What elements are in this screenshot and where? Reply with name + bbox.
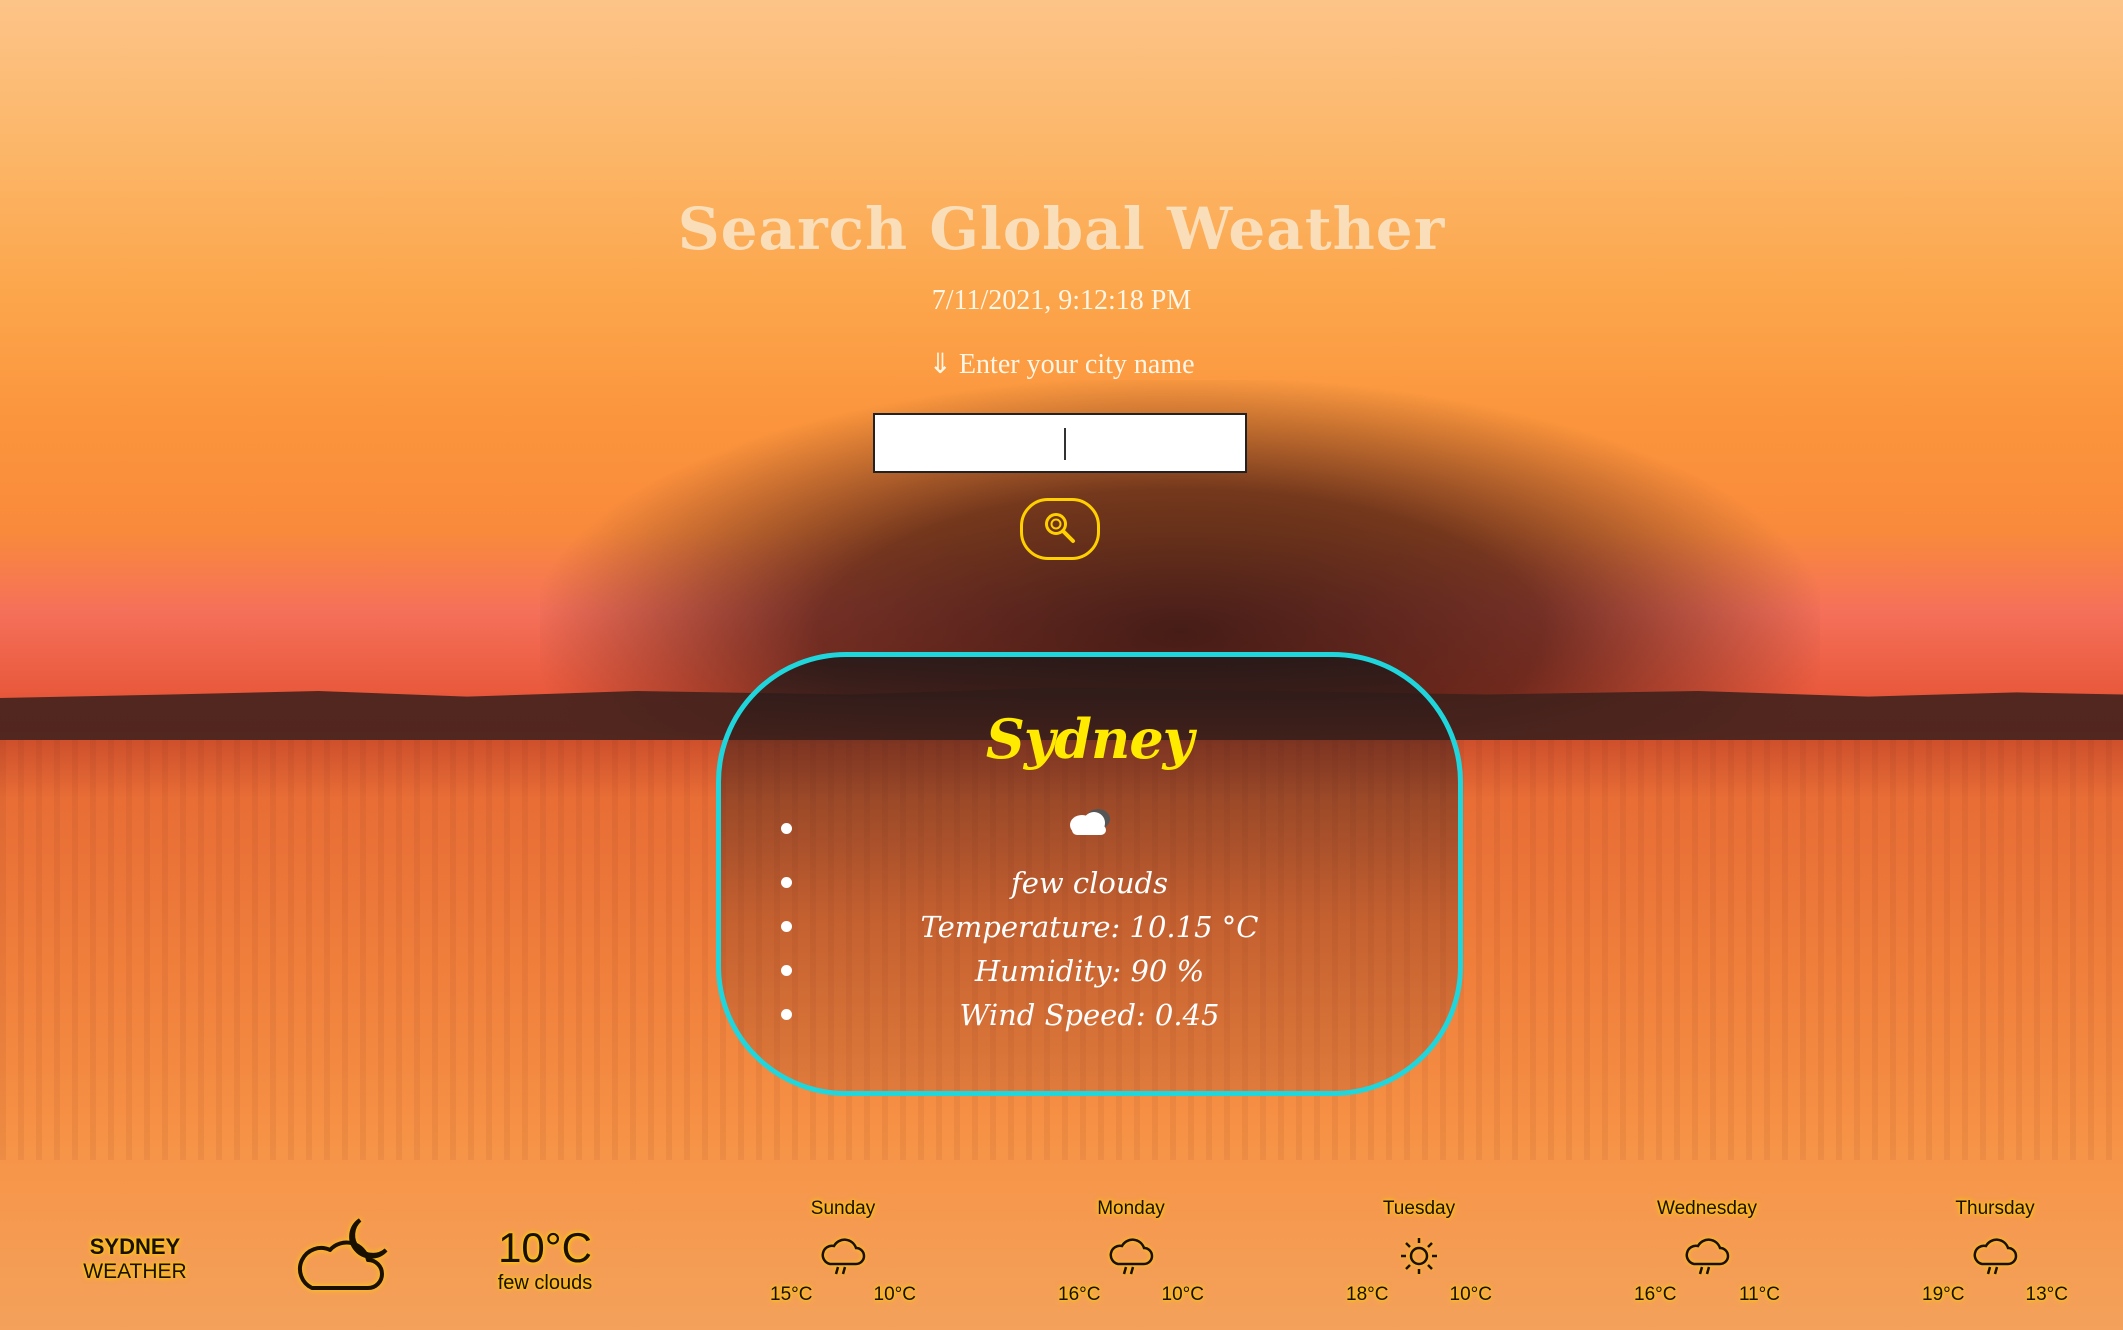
city-search-input[interactable] <box>873 413 1247 473</box>
forecast-day: Thursday 19°C 13°C <box>1910 1198 2080 1308</box>
widget-city-subtitle: WEATHER <box>83 1260 187 1283</box>
cloud-rain-icon <box>1970 1234 2020 1278</box>
cloud-rain-icon <box>818 1234 868 1278</box>
datetime-display: 7/11/2021, 9:12:18 PM <box>931 285 1192 316</box>
card-city-name: Sydney <box>985 707 1194 771</box>
header: Search Global Weather 7/11/2021, 9:12:18… <box>0 195 2123 381</box>
text-caret <box>1064 428 1066 460</box>
weather-card: Sydney few clouds Temperature: 10.15 °C <box>716 652 1463 1096</box>
widget-city-name: SYDNEY <box>89 1234 181 1259</box>
humidity-value: Humidity: 90 % <box>974 954 1205 988</box>
forecast-high: 19°C <box>1922 1284 1965 1305</box>
forecast-day-name: Sunday <box>810 1198 876 1219</box>
forecast-day: Monday 16°C 10°C <box>1046 1198 1216 1308</box>
forecast-high: 18°C <box>1346 1284 1389 1305</box>
forecast-day: Sunday 15°C 10°C <box>758 1198 928 1308</box>
list-item: Wind Speed: 0.45 <box>721 993 1458 1037</box>
widget-current-temp: 10°C <box>498 1224 592 1271</box>
forecast-day-name: Monday <box>1097 1198 1165 1219</box>
cloud-rain-icon <box>1682 1234 1732 1278</box>
cloud-rain-icon <box>1106 1234 1156 1278</box>
list-bullet <box>781 921 792 932</box>
list-bullet <box>781 823 792 834</box>
list-item <box>721 797 1458 861</box>
forecast-low: 10°C <box>873 1284 916 1305</box>
forecast-day-name: Wednesday <box>1657 1198 1757 1219</box>
city-prompt-label: ⇓ Enter your city name <box>928 349 1195 380</box>
list-bullet <box>781 965 792 976</box>
search-icon <box>1041 509 1079 550</box>
card-details-list: few clouds Temperature: 10.15 °C Humidit… <box>721 797 1458 1037</box>
forecast-high: 15°C <box>770 1284 813 1305</box>
cloud-moon-icon <box>290 1210 400 1300</box>
forecast-high: 16°C <box>1634 1284 1677 1305</box>
widget-current: 10°C few clouds <box>480 1224 610 1295</box>
list-item: Humidity: 90 % <box>721 949 1458 993</box>
widget-current-desc: few clouds <box>497 1272 593 1294</box>
cloud-icon <box>1062 799 1118 863</box>
widget-city-block: SYDNEY WEATHER <box>70 1234 200 1284</box>
forecast-day-name: Thursday <box>1955 1198 2035 1219</box>
forecast-day: Wednesday 16°C 11°C <box>1622 1198 1792 1308</box>
temperature-value: Temperature: 10.15 °C <box>920 910 1259 944</box>
list-bullet <box>781 877 792 888</box>
forecast-low: 10°C <box>1449 1284 1492 1305</box>
wind-speed-value: Wind Speed: 0.45 <box>959 998 1220 1032</box>
forecast-day-name: Tuesday <box>1382 1198 1456 1219</box>
forecast-high: 16°C <box>1058 1284 1101 1305</box>
forecast-day: Tuesday 18°C 10°C <box>1334 1198 1504 1308</box>
forecast-widget: SYDNEY WEATHER 10°C few clouds Sunday 15… <box>0 1180 2123 1330</box>
list-item: Temperature: 10.15 °C <box>721 905 1458 949</box>
sun-icon <box>1394 1234 1444 1278</box>
weather-description: few clouds <box>1010 866 1169 900</box>
forecast-low: 13°C <box>2025 1284 2068 1305</box>
forecast-low: 10°C <box>1161 1284 1204 1305</box>
page-title: Search Global Weather <box>677 195 1446 263</box>
search-button[interactable] <box>1020 498 1100 560</box>
forecast-low: 11°C <box>1738 1284 1780 1305</box>
list-item: few clouds <box>721 861 1458 905</box>
list-bullet <box>781 1009 792 1020</box>
